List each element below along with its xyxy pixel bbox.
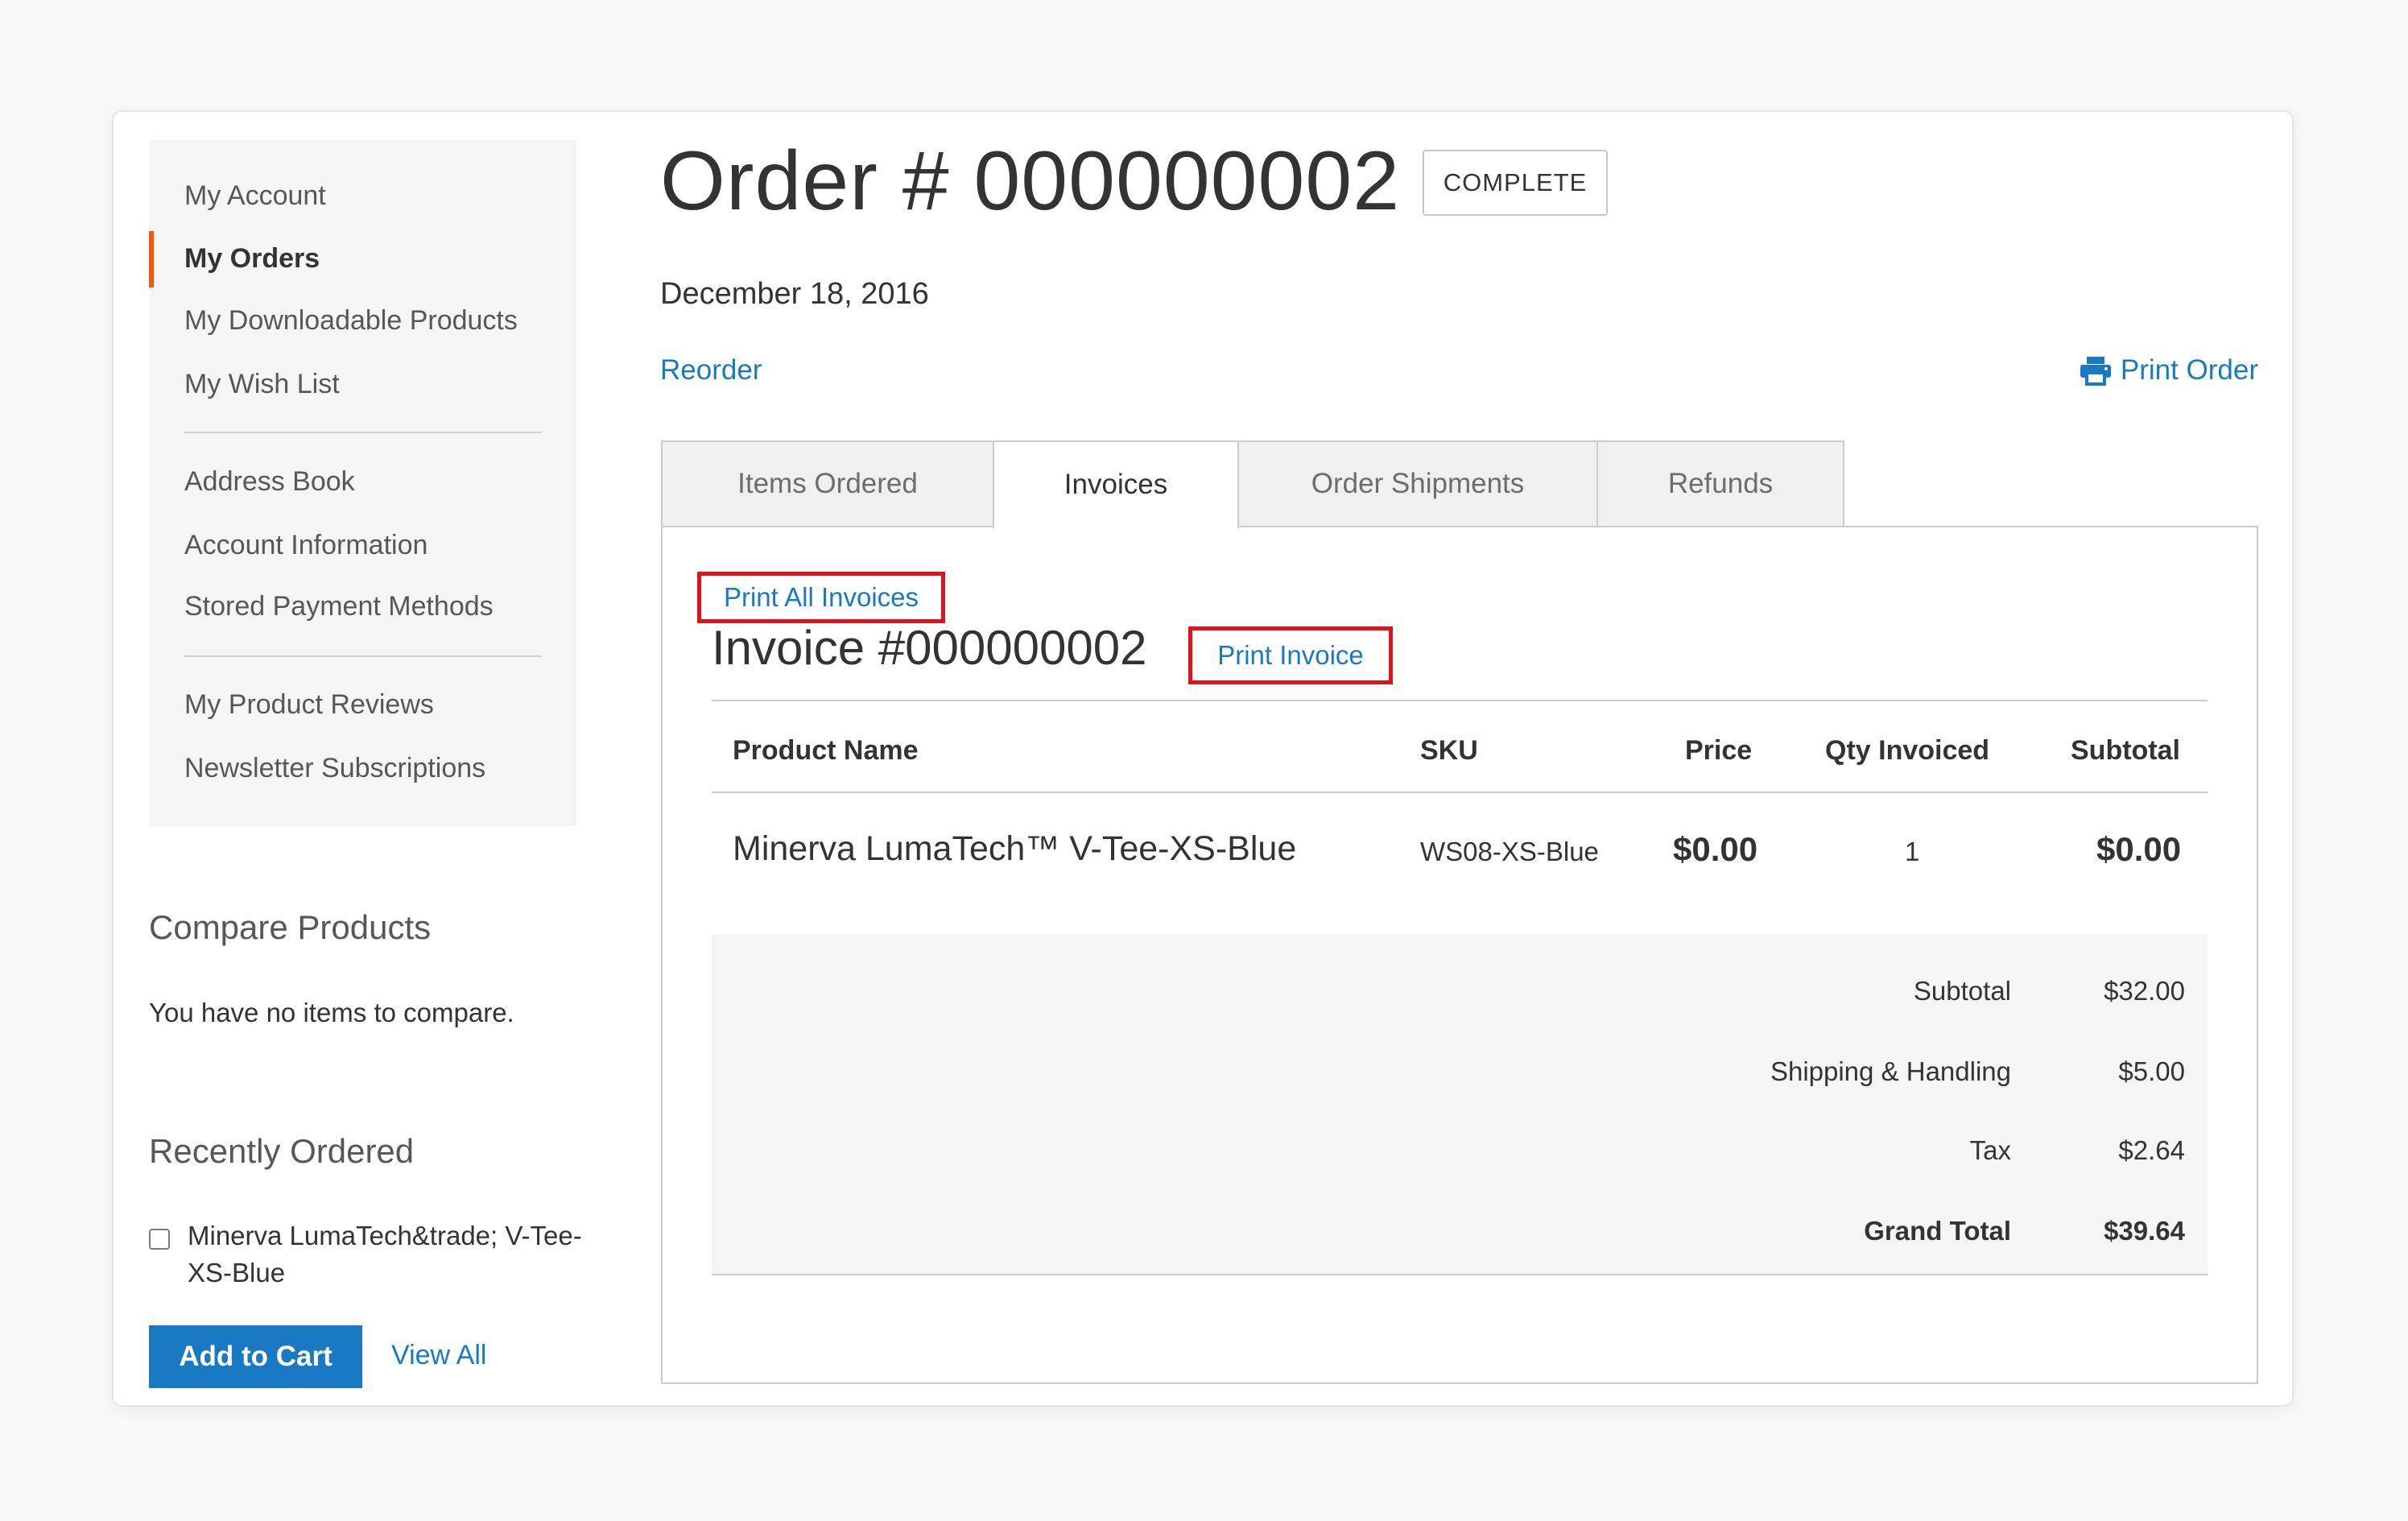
nav-divider xyxy=(184,432,542,433)
recent-item-label: Minerva LumaTech&trade; V-Tee-XS-Blue xyxy=(188,1221,582,1287)
invoice-title: Invoice #000000002 xyxy=(712,621,1147,675)
print-all-invoices-link[interactable]: Print All Invoices xyxy=(697,572,945,623)
totals-subtotal-label: Subtotal xyxy=(1913,976,2011,1006)
totals-shipping-value: $5.00 xyxy=(2118,1056,2185,1086)
column-header-sku: SKU xyxy=(1420,735,1478,766)
sidebar-item-downloadable-products[interactable]: My Downloadable Products xyxy=(184,305,518,337)
totals-tax-value: $2.64 xyxy=(2118,1135,2185,1165)
recently-ordered-heading: Recently Ordered xyxy=(149,1132,415,1170)
totals-grand-total-value: $39.64 xyxy=(2104,1216,2185,1246)
tab-invoices[interactable]: Invoices xyxy=(993,440,1239,529)
sidebar-item-wish-list[interactable]: My Wish List xyxy=(184,369,340,400)
page-title: Order # 000000002 xyxy=(660,134,1401,228)
column-header-subtotal: Subtotal xyxy=(2071,735,2180,766)
recent-item-checkbox[interactable] xyxy=(149,1229,170,1250)
table-divider xyxy=(712,700,2208,701)
sidebar-item-newsletter-subscriptions[interactable]: Newsletter Subscriptions xyxy=(184,753,485,784)
row-product-name: Minerva LumaTech™ V-Tee-XS-Blue xyxy=(733,829,1297,868)
column-header-price: Price xyxy=(1685,735,1753,766)
totals-grand-total-label: Grand Total xyxy=(1864,1216,2011,1246)
sidebar-item-my-account[interactable]: My Account xyxy=(184,180,326,212)
reorder-link[interactable]: Reorder xyxy=(660,354,762,386)
tab-refunds[interactable]: Refunds xyxy=(1596,440,1844,527)
column-header-qty-invoiced: Qty Invoiced xyxy=(1825,735,1990,766)
print-order-label: Print Order xyxy=(2120,354,2258,386)
print-invoice-link[interactable]: Print Invoice xyxy=(1188,626,1393,684)
sidebar-item-address-book[interactable]: Address Book xyxy=(184,466,355,498)
row-sku: WS08-XS-Blue xyxy=(1420,837,1599,866)
totals-shipping-label: Shipping & Handling xyxy=(1770,1056,2011,1086)
sidebar-item-product-reviews[interactable]: My Product Reviews xyxy=(184,689,434,721)
sidebar-item-stored-payment-methods[interactable]: Stored Payment Methods xyxy=(184,591,494,622)
nav-divider xyxy=(184,655,542,657)
compare-empty-text: You have no items to compare. xyxy=(149,998,514,1027)
row-qty: 1 xyxy=(1905,837,1920,866)
tab-items-ordered[interactable]: Items Ordered xyxy=(661,440,994,527)
totals-tax-label: Tax xyxy=(1969,1135,2011,1165)
add-to-cart-button[interactable]: Add to Cart xyxy=(149,1325,362,1388)
table-divider xyxy=(712,791,2208,793)
status-badge: COMPLETE xyxy=(1423,150,1608,216)
totals-subtotal-value: $32.00 xyxy=(2104,976,2185,1006)
active-indicator xyxy=(149,231,154,287)
sidebar-item-account-information[interactable]: Account Information xyxy=(184,530,427,561)
column-header-product-name: Product Name xyxy=(733,735,919,766)
tab-order-shipments[interactable]: Order Shipments xyxy=(1237,440,1598,527)
compare-products-heading: Compare Products xyxy=(149,908,432,946)
order-date: December 18, 2016 xyxy=(660,277,929,311)
invoice-totals: Subtotal $32.00 Shipping & Handling $5.0… xyxy=(712,934,2208,1275)
print-order-link[interactable]: Print Order xyxy=(2079,354,2258,386)
account-sidebar-nav: My Account My Orders My Downloadable Pro… xyxy=(149,140,576,826)
view-all-link[interactable]: View All xyxy=(391,1340,486,1371)
row-subtotal: $0.00 xyxy=(2096,830,2182,868)
row-price: $0.00 xyxy=(1673,830,1758,868)
printer-icon xyxy=(2079,355,2113,386)
sidebar-item-my-orders[interactable]: My Orders xyxy=(184,243,320,275)
